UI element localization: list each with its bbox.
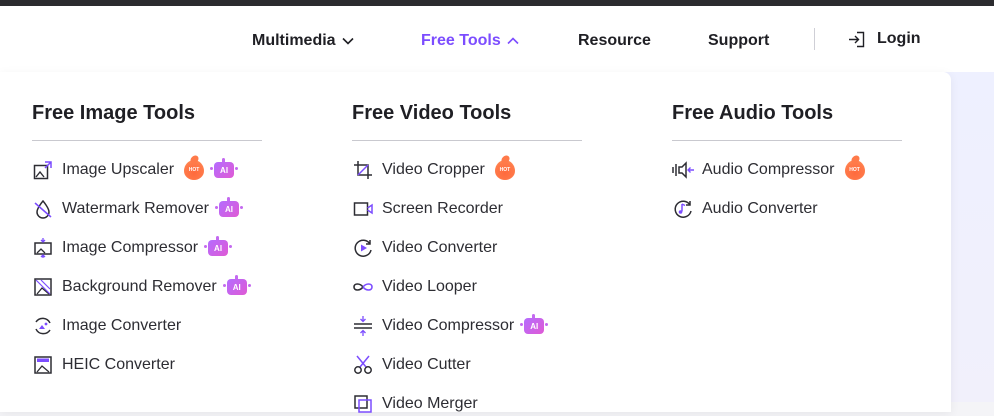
merge-icon [352, 393, 374, 415]
login-label: Login [877, 30, 921, 47]
tool-audio-converter[interactable]: Audio Converter [672, 197, 818, 221]
tool-video-cutter[interactable]: Video Cutter [352, 353, 471, 377]
tool-screen-recorder[interactable]: Screen Recorder [352, 197, 503, 221]
tool-label: Audio Converter [702, 200, 818, 217]
tool-label: Video Merger [382, 395, 478, 412]
nav-support-label: Support [708, 32, 770, 49]
tool-background-remover[interactable]: Background Remover AI [32, 275, 251, 299]
hot-badge-icon: HOT [184, 160, 205, 180]
ai-badge-icon: AI [210, 158, 239, 178]
nav-resource[interactable]: Resource [578, 31, 651, 51]
tool-video-converter[interactable]: Video Converter [352, 236, 497, 260]
page-background-gradient [944, 72, 994, 402]
audio-convert-icon [672, 198, 694, 220]
tool-label: Image Upscaler [62, 161, 175, 178]
heic-icon [32, 354, 54, 376]
chevron-down-icon [341, 37, 354, 45]
nav-multimedia-label: Multimedia [252, 32, 336, 49]
tool-watermark-remover[interactable]: Watermark Remover AI [32, 197, 243, 221]
loop-icon [352, 276, 374, 298]
chevron-up-icon [507, 37, 519, 45]
screen-record-icon [352, 198, 374, 220]
nav-support[interactable]: Support [708, 31, 769, 51]
hot-badge-icon: HOT [494, 160, 515, 180]
image-convert-icon [32, 315, 54, 337]
hot-badge-icon: HOT [844, 160, 865, 180]
nav-divider [814, 28, 815, 50]
login-icon [848, 31, 865, 48]
audio-tools-title: Free Audio Tools [672, 102, 834, 124]
watermark-drop-icon [32, 198, 54, 220]
audio-tools-divider [672, 140, 902, 141]
tool-label: Image Compressor [62, 239, 199, 256]
tool-image-converter[interactable]: Image Converter [32, 314, 181, 338]
tool-video-compressor[interactable]: Video Compressor AI [352, 314, 549, 338]
video-convert-icon [352, 237, 374, 259]
image-upscale-icon [32, 159, 54, 181]
nav-bar: Multimedia Free Tools Resource Support L… [0, 6, 994, 72]
nav-resource-label: Resource [578, 32, 651, 49]
nav-free-tools-label: Free Tools [421, 32, 501, 49]
tool-label: Video Looper [382, 278, 477, 295]
ai-badge-icon: AI [214, 197, 243, 217]
tool-video-cropper[interactable]: Video Cropper HOT [352, 158, 515, 182]
video-tools-divider [352, 140, 582, 141]
tool-image-compressor[interactable]: Image Compressor AI [32, 236, 233, 260]
login-button[interactable]: Login [848, 29, 921, 49]
crop-icon [352, 159, 374, 181]
tool-video-merger[interactable]: Video Merger [352, 392, 478, 416]
ai-badge-icon: AI [204, 236, 233, 256]
tool-video-looper[interactable]: Video Looper [352, 275, 477, 299]
tool-label: Watermark Remover [62, 200, 209, 217]
free-tools-dropdown: Free Image Tools Image Upscaler HOT AI W… [0, 72, 951, 413]
tool-label: Video Converter [382, 239, 498, 256]
tool-label: Image Converter [62, 317, 182, 334]
tool-label: Screen Recorder [382, 200, 503, 217]
audio-compress-icon [672, 159, 694, 181]
dropdown-caret [456, 64, 472, 72]
ai-badge-icon: AI [222, 275, 251, 295]
video-tools-title: Free Video Tools [352, 102, 512, 124]
nav-multimedia[interactable]: Multimedia [252, 31, 354, 51]
video-compress-icon [352, 315, 374, 337]
nav-free-tools[interactable]: Free Tools [421, 31, 519, 51]
tool-image-upscaler[interactable]: Image Upscaler HOT AI [32, 158, 239, 182]
tool-label: Video Cutter [382, 356, 471, 373]
image-compress-icon [32, 237, 54, 259]
tool-heic-converter[interactable]: HEIC Converter [32, 353, 175, 377]
tool-label: Background Remover [62, 278, 217, 295]
tool-audio-compressor[interactable]: Audio Compressor HOT [672, 158, 865, 182]
image-tools-title: Free Image Tools [32, 102, 196, 124]
tool-label: Video Cropper [382, 161, 485, 178]
background-remove-icon [32, 276, 54, 298]
tool-label: Audio Compressor [702, 161, 835, 178]
scissors-icon [352, 354, 374, 376]
tool-label: Video Compressor [382, 317, 515, 334]
ai-badge-icon: AI [520, 314, 549, 334]
tool-label: HEIC Converter [62, 356, 175, 373]
image-tools-divider [32, 140, 262, 141]
